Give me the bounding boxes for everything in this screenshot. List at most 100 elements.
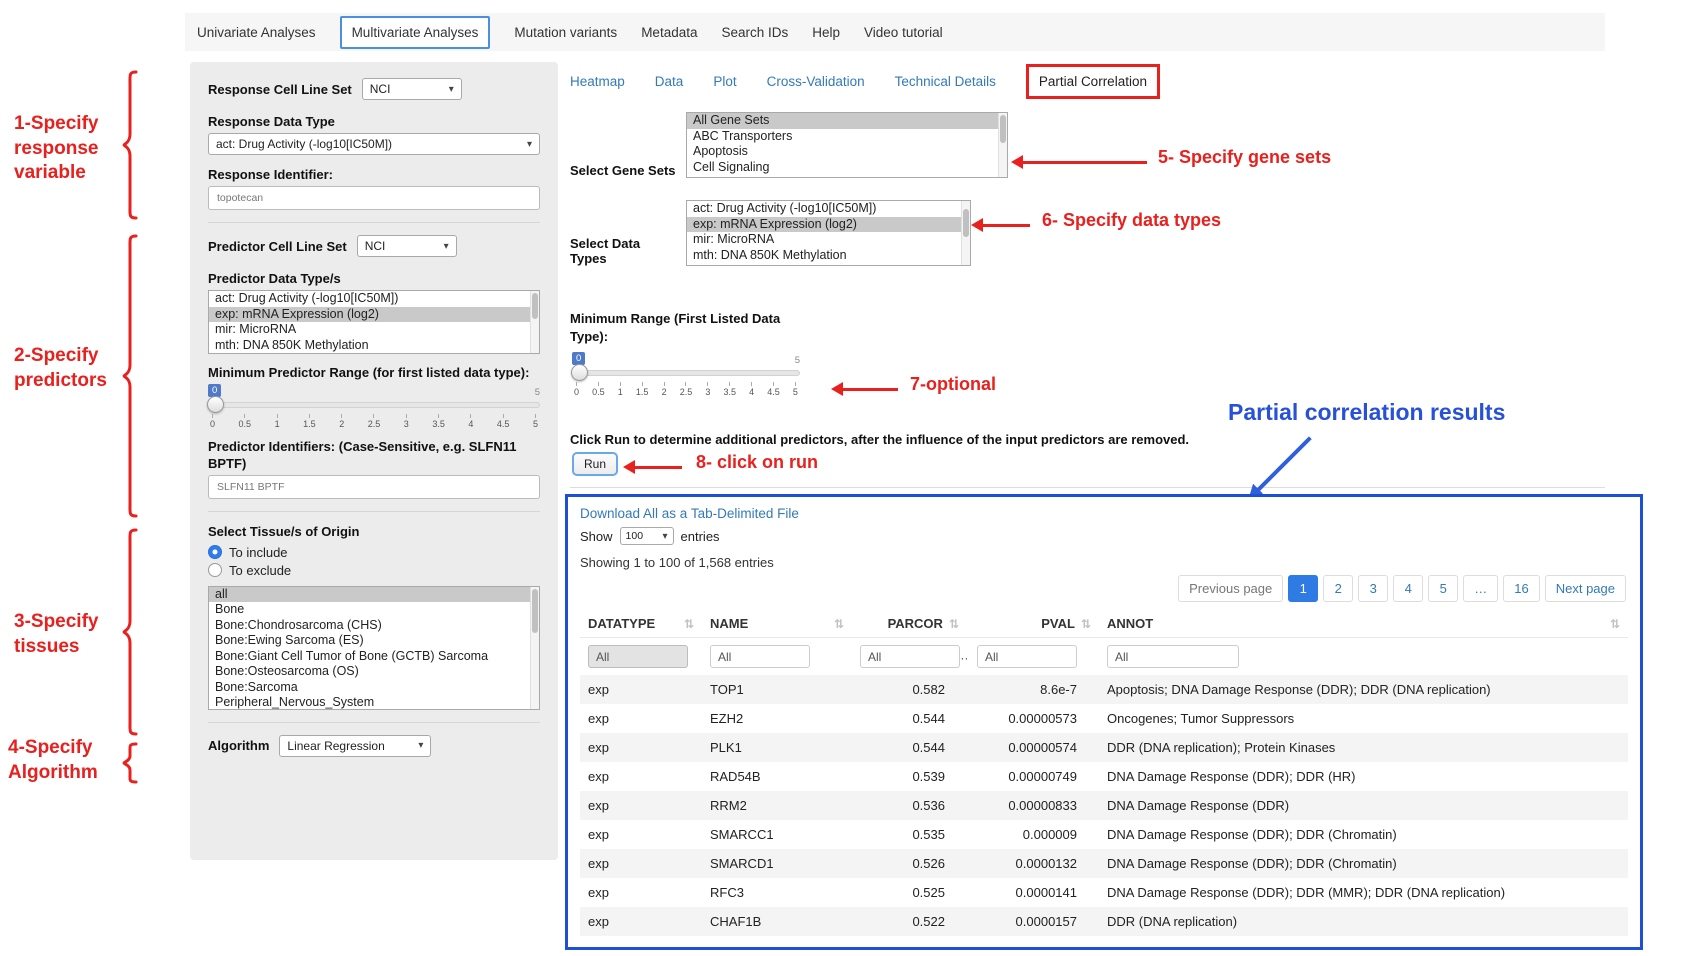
scrollbar[interactable] (530, 587, 539, 709)
page-button-2[interactable]: 2 (1323, 575, 1353, 602)
option-bone-giant-cell-tumor-of-bone-gctb-sarcoma[interactable]: Bone:Giant Cell Tumor of Bone (GCTB) Sar… (209, 649, 539, 665)
tab-technical-details[interactable]: Technical Details (895, 66, 996, 97)
data-types-arrow-icon (982, 224, 1030, 227)
option-cell-signaling[interactable]: Cell Signaling (687, 160, 1007, 176)
annotation-tissues: 3-Specify tissues (14, 610, 126, 659)
predictor-identifiers-input[interactable] (208, 475, 540, 499)
option-all-gene-sets[interactable]: All Gene Sets (687, 113, 1007, 129)
sort-icon[interactable]: ⇅ (1081, 617, 1091, 631)
download-all-link[interactable]: Download All as a Tab-Delimited File (580, 506, 799, 521)
entries-count-select[interactable]: 100 ▾ (620, 527, 674, 545)
column-header-datatype[interactable]: DATATYPE ⇅ (580, 610, 702, 638)
nav-item-search-ids[interactable]: Search IDs (721, 25, 788, 40)
page-button-4[interactable]: 4 (1393, 575, 1423, 602)
option-abc-transporters[interactable]: ABC Transporters (687, 129, 1007, 145)
option-act-drug-activity-log10-ic50m[interactable]: act: Drug Activity (-log10[IC50M]) (209, 291, 539, 307)
nav-item-video-tutorial[interactable]: Video tutorial (864, 25, 943, 40)
response-identifier-input[interactable] (208, 186, 540, 210)
option-exp-mrna-expression-log2[interactable]: exp: mRNA Expression (log2) (209, 307, 539, 323)
brace-algorithm-icon (122, 742, 140, 784)
min-predictor-range-label: Minimum Predictor Range (for first liste… (208, 364, 540, 382)
slider-handle[interactable] (571, 364, 588, 381)
filter-input-name[interactable] (710, 645, 810, 668)
data-types-list[interactable]: act: Drug Activity (-log10[IC50M])exp: m… (686, 200, 971, 266)
cell-parcor: 0.526 (852, 849, 967, 878)
tab-cross-validation[interactable]: Cross-Validation (767, 66, 865, 97)
scrollbar[interactable] (998, 113, 1007, 177)
column-header-annot[interactable]: ANNOT⇅ (1099, 610, 1628, 638)
option-bone-chondrosarcoma-chs[interactable]: Bone:Chondrosarcoma (CHS) (209, 618, 539, 634)
nav-item-univariate-analyses[interactable]: Univariate Analyses (197, 25, 316, 40)
tab-partial-correlation[interactable]: Partial Correlation (1026, 64, 1160, 99)
option-apoptosis[interactable]: Apoptosis (687, 144, 1007, 160)
tab-plot[interactable]: Plot (713, 66, 736, 97)
predictor-cell-line-select[interactable]: NCI ▾ (357, 235, 457, 257)
nav-item-mutation-variants[interactable]: Mutation variants (514, 25, 617, 40)
tissue-list[interactable]: allBoneBone:Chondrosarcoma (CHS)Bone:Ewi… (208, 586, 540, 710)
option-bone-sarcoma[interactable]: Bone:Sarcoma (209, 680, 539, 696)
option-bone-osteosarcoma-os[interactable]: Bone:Osteosarcoma (OS) (209, 664, 539, 680)
min-range-slider[interactable]: 0 5 00.511.522.533.544.55 (572, 352, 800, 398)
select-value: act: Drug Activity (-log10[IC50M]) (216, 137, 392, 151)
column-header-parcor[interactable]: PARCOR⇅ (852, 610, 967, 638)
cell-datatype: exp (580, 733, 702, 762)
page-button-1[interactable]: 1 (1288, 575, 1318, 602)
run-button[interactable]: Run (572, 452, 618, 476)
page-button-5[interactable]: 5 (1428, 575, 1458, 602)
option-mth-dna-850k-methylation[interactable]: mth: DNA 850K Methylation (209, 338, 539, 354)
sort-icon[interactable]: ⇅ (684, 617, 694, 631)
scrollbar-thumb[interactable] (1000, 115, 1006, 143)
predictor-data-types-list[interactable]: act: Drug Activity (-log10[IC50M])exp: m… (208, 290, 540, 354)
option-bone-ewing-sarcoma-es[interactable]: Bone:Ewing Sarcoma (ES) (209, 633, 539, 649)
scrollbar[interactable] (530, 291, 539, 353)
sort-icon[interactable]: ⇅ (949, 617, 959, 631)
filter-input-annot[interactable] (1107, 645, 1239, 668)
scrollbar[interactable] (961, 201, 970, 265)
response-data-type-select[interactable]: act: Drug Activity (-log10[IC50M]) ▾ (208, 133, 540, 155)
cell-pval: 8.6e-7 (967, 675, 1099, 704)
option-mir-microrna[interactable]: mir: MicroRNA (687, 232, 970, 248)
sort-icon[interactable]: ⇅ (834, 617, 844, 631)
filter-input-datatype[interactable] (588, 645, 688, 668)
sort-icon[interactable]: ⇅ (1610, 617, 1620, 631)
response-cell-line-select[interactable]: NCI ▾ (362, 78, 462, 100)
option-mir-microrna[interactable]: mir: MicroRNA (209, 322, 539, 338)
filter-input-pval[interactable] (977, 645, 1077, 668)
page-button-previous-page[interactable]: Previous page (1178, 575, 1283, 602)
scrollbar-thumb[interactable] (532, 589, 538, 633)
option-exp-mrna-expression-log2[interactable]: exp: mRNA Expression (log2) (687, 217, 970, 233)
column-label: DATATYPE (588, 616, 655, 631)
nav-item-metadata[interactable]: Metadata (641, 25, 697, 40)
slider-track[interactable] (572, 370, 800, 376)
algorithm-select[interactable]: Linear Regression ▾ (279, 735, 431, 757)
tissue-include-radio[interactable]: To include (208, 545, 540, 560)
slider-tick-label: 1 (618, 382, 623, 397)
algorithm-label: Algorithm (208, 738, 269, 753)
page-button-next-page[interactable]: Next page (1545, 575, 1626, 602)
scrollbar-thumb[interactable] (963, 209, 969, 237)
min-predictor-range-slider[interactable]: 0 5 00.511.522.533.544.55 (208, 384, 540, 430)
tab-data[interactable]: Data (655, 66, 684, 97)
option-mth-dna-850k-methylation[interactable]: mth: DNA 850K Methylation (687, 248, 970, 264)
predictor-cell-line-label: Predictor Cell Line Set (208, 239, 347, 254)
page-button-16[interactable]: 16 (1503, 575, 1539, 602)
pagination-ellipsis[interactable]: … (1463, 575, 1498, 602)
column-header-pval[interactable]: PVAL⇅ (967, 610, 1099, 638)
brace-predictors-icon (122, 234, 140, 518)
filter-input-parcor[interactable] (860, 645, 960, 668)
slider-track[interactable] (208, 402, 540, 408)
option-all[interactable]: all (209, 587, 539, 603)
nav-item-multivariate-analyses[interactable]: Multivariate Analyses (340, 16, 491, 49)
slider-handle[interactable] (207, 396, 224, 413)
nav-item-help[interactable]: Help (812, 25, 840, 40)
page-button-3[interactable]: 3 (1358, 575, 1388, 602)
slider-max-label: 5 (535, 387, 540, 398)
option-bone[interactable]: Bone (209, 602, 539, 618)
tab-heatmap[interactable]: Heatmap (570, 66, 625, 97)
gene-sets-list[interactable]: All Gene SetsABC TransportersApoptosisCe… (686, 112, 1008, 178)
option-act-drug-activity-log10-ic50m[interactable]: act: Drug Activity (-log10[IC50M]) (687, 201, 970, 217)
column-header-name[interactable]: NAME⇅ (702, 610, 852, 638)
scrollbar-thumb[interactable] (532, 293, 538, 319)
tissue-exclude-radio[interactable]: To exclude (208, 563, 540, 578)
option-peripheral-nervous-system[interactable]: Peripheral_Nervous_System (209, 695, 539, 710)
